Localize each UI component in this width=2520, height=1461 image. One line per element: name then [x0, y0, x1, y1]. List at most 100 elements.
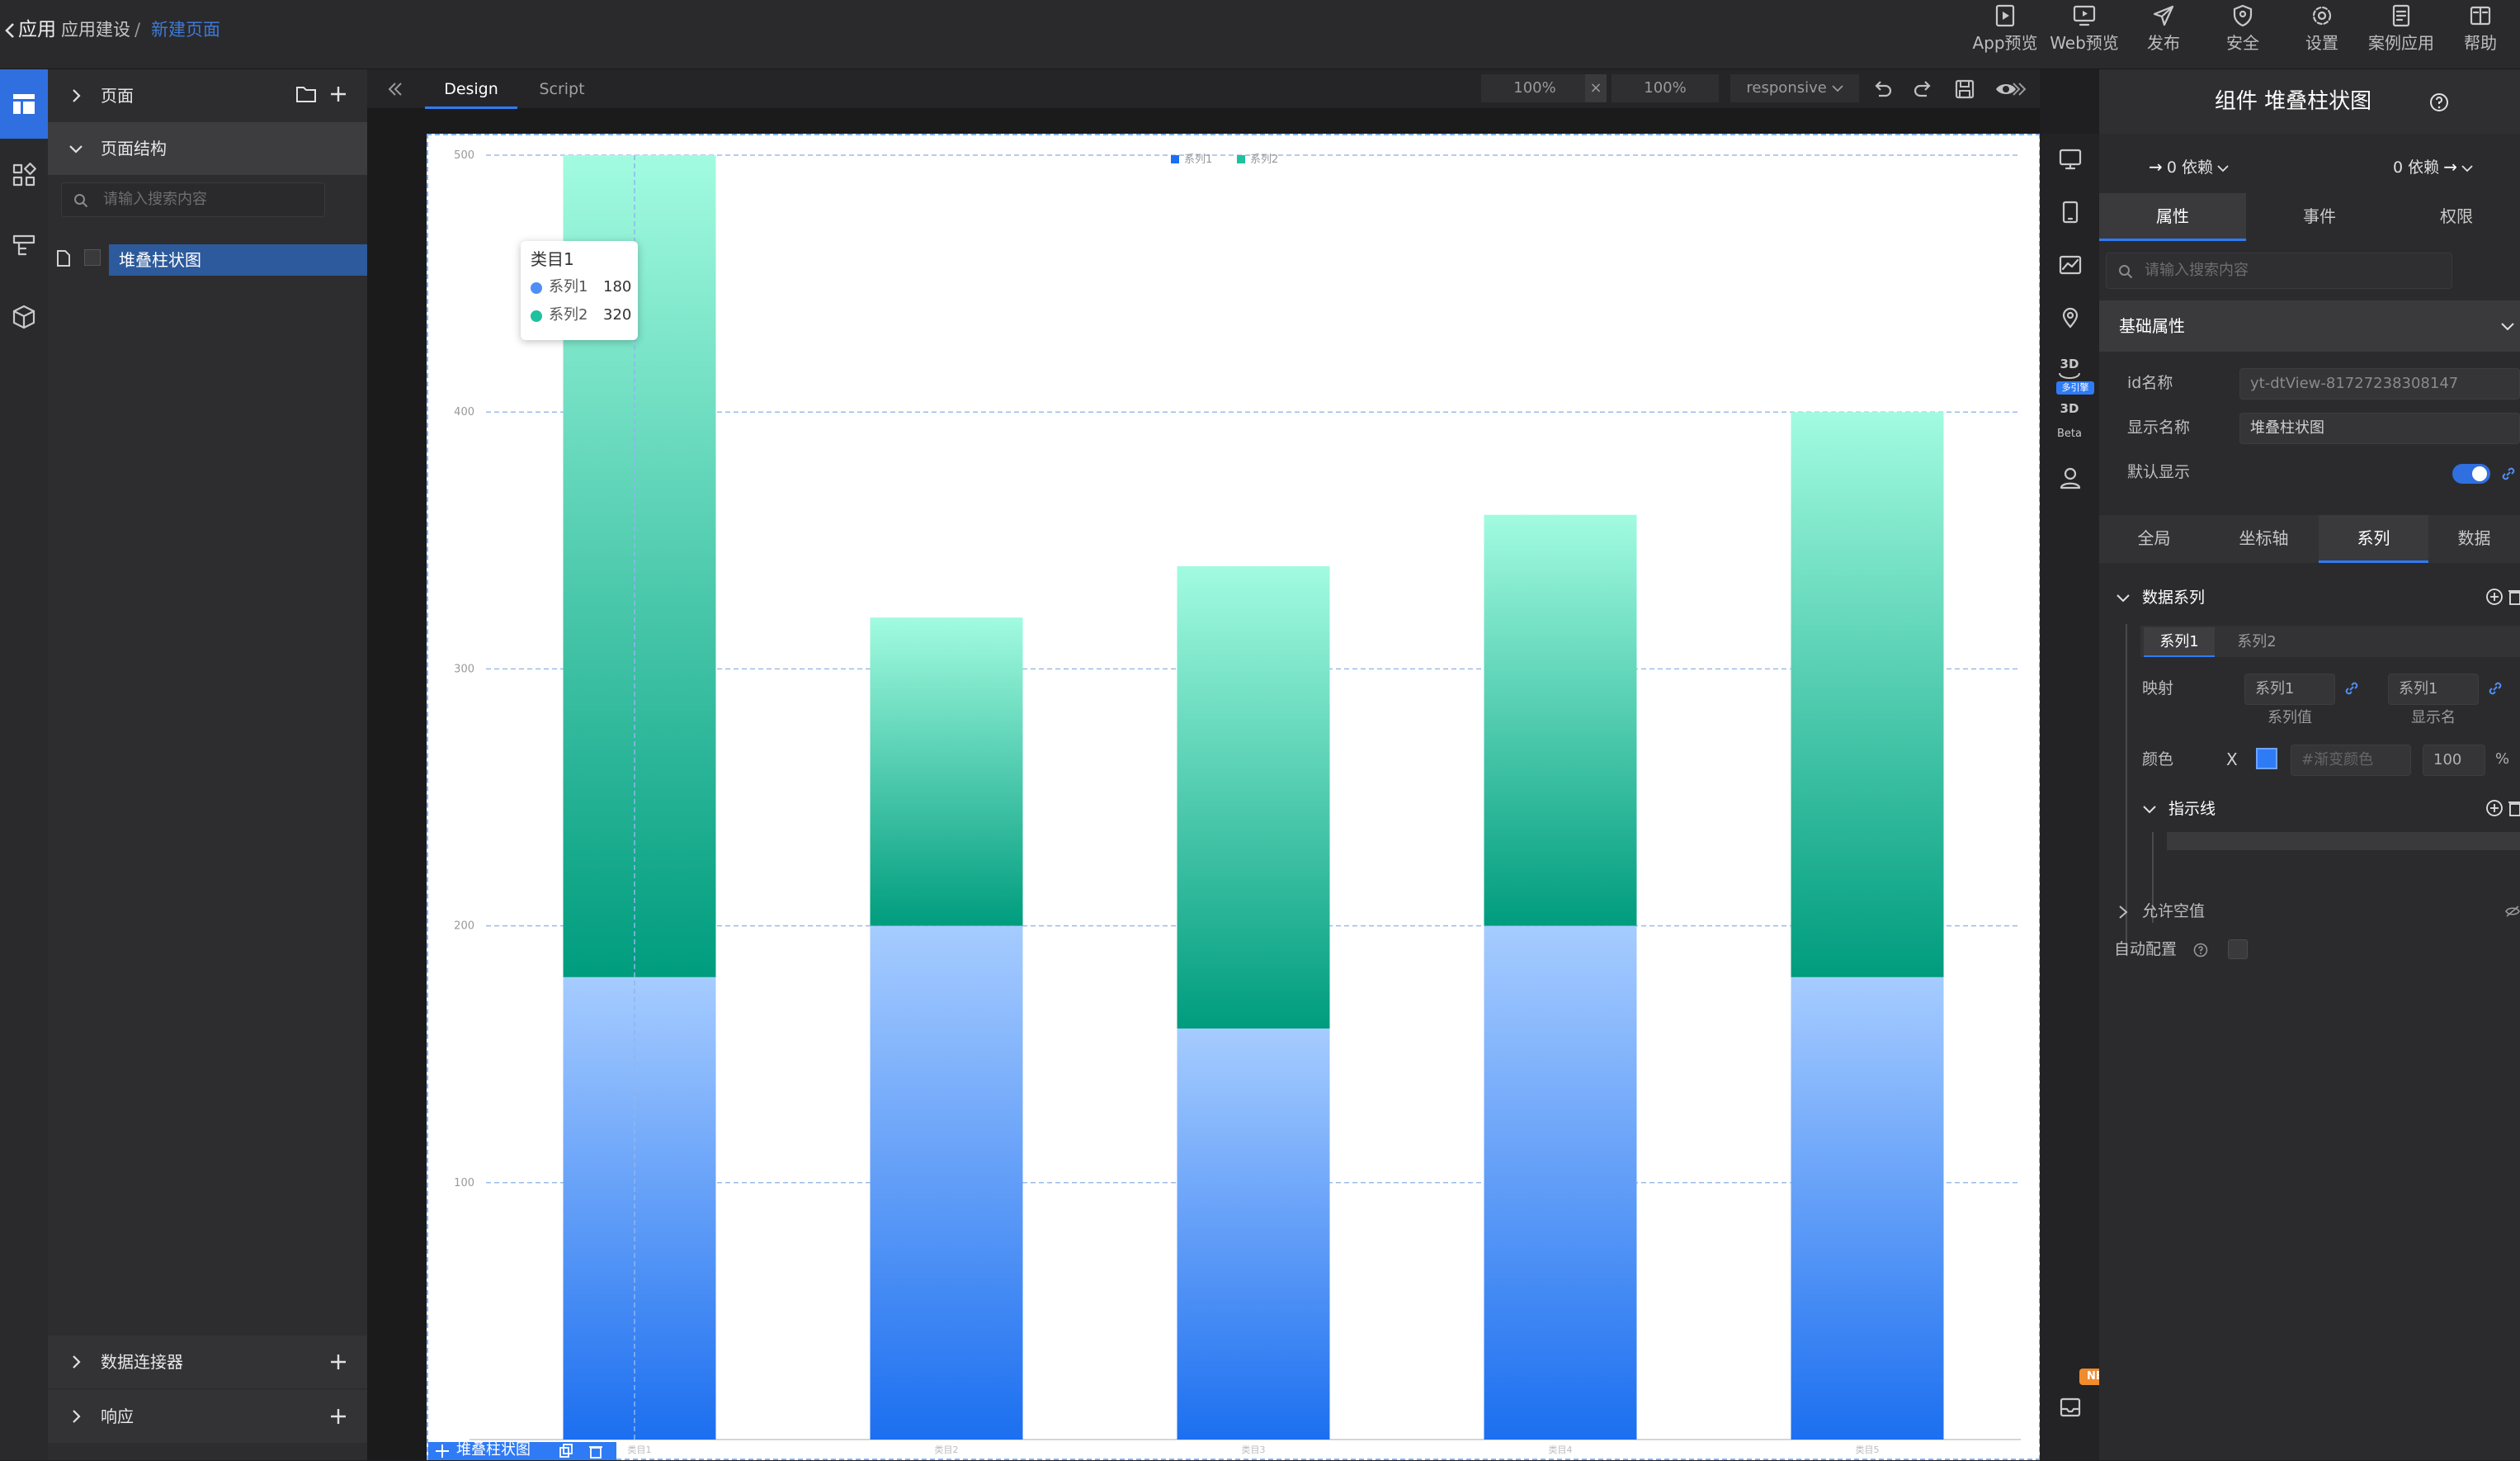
- pages-section[interactable]: 页面: [48, 69, 367, 122]
- tab-permissions[interactable]: 权限: [2393, 193, 2520, 241]
- id-input[interactable]: yt-dtView-81727238308147: [2239, 368, 2520, 400]
- link-icon[interactable]: [2500, 466, 2517, 482]
- trash-icon[interactable]: [2508, 588, 2520, 606]
- series-tab-2[interactable]: 系列2: [2221, 627, 2292, 657]
- tooltip-series2-name: 系列2: [549, 306, 588, 324]
- rail-layout-button[interactable]: [0, 69, 48, 139]
- tablet-view-button[interactable]: [2040, 187, 2099, 239]
- trash-icon[interactable]: [2508, 799, 2520, 817]
- display-name-map-input[interactable]: 系列1: [2388, 674, 2479, 705]
- link-icon[interactable]: [2487, 680, 2503, 697]
- monitor-play-icon: [2073, 5, 2096, 26]
- zoom-height-input[interactable]: 100%: [1612, 74, 1719, 102]
- add-page-icon[interactable]: [328, 84, 348, 104]
- tab-design[interactable]: Design: [425, 69, 517, 109]
- tree-item-stacked-bar[interactable]: 堆叠柱状图: [109, 244, 367, 276]
- sub-tab-series[interactable]: 系列: [2319, 515, 2428, 563]
- layout-mode-select[interactable]: responsive: [1730, 74, 1859, 102]
- sub-tab-data[interactable]: 数据: [2428, 515, 2520, 563]
- data-connectors-label: 数据连接器: [101, 1352, 183, 1372]
- tab-events[interactable]: 事件: [2246, 193, 2393, 241]
- toggle-knob: [2472, 466, 2487, 481]
- save-icon[interactable]: [1953, 78, 1976, 101]
- user-icon: [2060, 467, 2081, 489]
- 3d-widgets-button[interactable]: 3D 多引擎: [2040, 345, 2099, 398]
- legend-swatch: [1237, 155, 1245, 163]
- delete-icon[interactable]: [588, 1444, 603, 1459]
- tree-checkbox[interactable]: [84, 249, 101, 266]
- opacity-input[interactable]: 100: [2423, 745, 2485, 776]
- user-widgets-button[interactable]: [2040, 452, 2099, 505]
- default-show-toggle[interactable]: [2452, 464, 2490, 484]
- breadcrumb-parent[interactable]: 应用建设: [61, 18, 130, 41]
- web-preview-button[interactable]: Web预览: [2045, 0, 2124, 69]
- color-swatch[interactable]: [2256, 748, 2277, 769]
- redo-icon[interactable]: [1912, 78, 1935, 101]
- copy-icon[interactable]: [559, 1444, 573, 1459]
- series-tab-1[interactable]: 系列1: [2144, 627, 2215, 657]
- publish-button[interactable]: 发布: [2124, 0, 2203, 69]
- eye-off-icon[interactable]: [2505, 905, 2520, 918]
- add-indicator-icon[interactable]: [2485, 799, 2503, 817]
- auto-config-checkbox[interactable]: [2228, 939, 2248, 959]
- basic-properties-section[interactable]: 基础属性: [2099, 300, 2520, 352]
- 3d-beta-button[interactable]: 3D Beta: [2040, 400, 2099, 452]
- selected-component-tag[interactable]: 堆叠柱状图: [428, 1441, 616, 1460]
- tab-script[interactable]: Script: [521, 69, 603, 109]
- add-response-icon[interactable]: [328, 1407, 348, 1426]
- move-icon[interactable]: [435, 1444, 450, 1459]
- undo-icon[interactable]: [1871, 78, 1894, 101]
- help-circle-icon[interactable]: [2193, 943, 2208, 957]
- collapse-left-icon[interactable]: [387, 81, 403, 97]
- new-folder-icon[interactable]: [295, 84, 317, 104]
- data-series-label: 数据系列: [2142, 589, 2206, 607]
- collapse-right-icon[interactable]: [2011, 81, 2027, 97]
- add-series-icon[interactable]: [2485, 588, 2503, 606]
- indicator-line-item[interactable]: [2167, 832, 2520, 850]
- breadcrumb-back-label[interactable]: 应用: [18, 18, 56, 41]
- help-label: 帮助: [2464, 33, 2497, 53]
- properties-search-input[interactable]: 请输入搜索内容: [2106, 253, 2452, 289]
- security-button[interactable]: 安全: [2203, 0, 2282, 69]
- chevron-down-icon[interactable]: [2116, 593, 2131, 604]
- tab-script-label: Script: [539, 80, 585, 98]
- opacity-unit: %: [2495, 750, 2510, 768]
- help-circle-icon[interactable]: [2429, 92, 2449, 112]
- zoom-width-input[interactable]: 100%: [1481, 74, 1588, 102]
- settings-button[interactable]: 设置: [2282, 0, 2362, 69]
- chart-widgets-button[interactable]: [2040, 239, 2099, 292]
- link-icon[interactable]: [2343, 680, 2360, 697]
- structure-search-input[interactable]: 请输入搜索内容: [61, 182, 325, 217]
- chevron-down-icon[interactable]: [2142, 804, 2157, 816]
- page-structure-section[interactable]: 页面结构: [48, 122, 367, 175]
- display-name-input[interactable]: 堆叠柱状图: [2239, 413, 2520, 444]
- chevron-right-icon: [73, 1410, 81, 1423]
- response-section[interactable]: 响应: [48, 1390, 367, 1443]
- stacked-bar-chart[interactable]: 100 200 300 400 500 类目1 类目2 类目3 类目4 类目5 系列1 系列2: [428, 135, 2039, 1459]
- chevron-right-icon[interactable]: [2117, 905, 2129, 920]
- rail-components-button[interactable]: [0, 140, 48, 210]
- help-button[interactable]: 帮助: [2441, 0, 2520, 69]
- map-widgets-button[interactable]: [2040, 292, 2099, 345]
- chart-canvas[interactable]: 100 200 300 400 500 类目1 类目2 类目3 类目4 类目5 系列1 系列2 类…: [427, 134, 2041, 1460]
- tab-properties[interactable]: 属性: [2099, 193, 2246, 241]
- dependency-out-toggle[interactable]: 0 依赖 →: [2393, 155, 2517, 180]
- search-icon: [2119, 265, 2133, 279]
- gradient-color-input[interactable]: #渐变颜色: [2291, 745, 2411, 776]
- case-apps-button[interactable]: 案例应用: [2362, 0, 2441, 69]
- inbox-button[interactable]: NEW: [2040, 1369, 2122, 1435]
- dependency-in-toggle[interactable]: → 0 依赖: [2149, 155, 2248, 180]
- id-label: id名称: [2127, 374, 2173, 392]
- series-value-input[interactable]: 系列1: [2244, 674, 2335, 705]
- sub-tab-axis[interactable]: 坐标轴: [2209, 515, 2319, 563]
- series-tab-1-label: 系列1: [2159, 633, 2199, 650]
- add-connector-icon[interactable]: [328, 1352, 348, 1372]
- sub-tab-global[interactable]: 全局: [2099, 515, 2209, 563]
- rail-tree-button[interactable]: [0, 211, 48, 281]
- desktop-view-button[interactable]: [2040, 134, 2099, 187]
- back-chevron-icon[interactable]: [3, 21, 17, 40]
- app-preview-button[interactable]: App预览: [1966, 0, 2045, 69]
- data-connectors-section[interactable]: 数据连接器: [48, 1336, 367, 1388]
- rail-package-button[interactable]: [0, 282, 48, 352]
- color-clear-button[interactable]: X: [2226, 748, 2238, 771]
